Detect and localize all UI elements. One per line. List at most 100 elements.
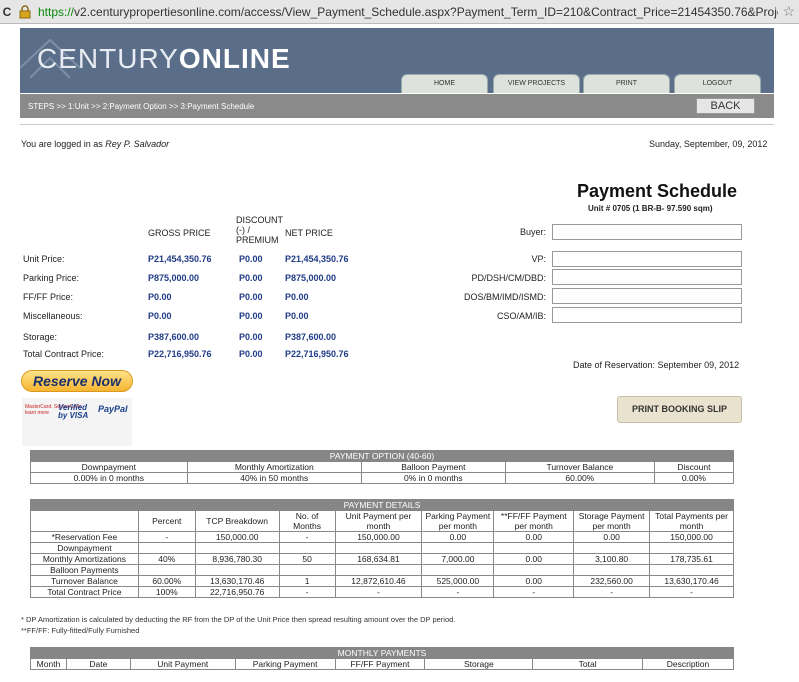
monthly-payments-title: MONTHLY PAYMENTS [30,647,734,659]
payment-details-table: PAYMENT DETAILS Percent TCP Breakdown No. … [30,499,734,598]
pd-header: **FF/FF Payment per month [493,510,575,532]
pd-header [30,510,139,532]
price-row-label: Unit Price: [23,254,65,264]
gross-value: P387,600.00 [148,332,200,342]
logo-text-century: CENTURY [37,43,179,74]
table-row: Total Contract Price 100% 22,716,950.76- - -… [30,586,734,598]
payment-badges: MasterCard. SecureCode learn more Verifie… [22,398,132,446]
gross-value: P0.00 [148,311,172,321]
pd-cell [573,542,651,554]
breadcrumb: STEPS >> 1:Unit >> 2:Payment Option >> 3… [28,102,255,111]
pd-label: PD/DSH/CM/DBD: [471,273,546,283]
back-button[interactable]: BACK [696,98,755,114]
pd-cell: 7,000.00 [421,553,495,565]
bookmark-star-icon[interactable]: ☆ [782,3,795,20]
pd-cell: 13,630,170.46 [194,575,280,587]
po-value: 0% in 0 months [360,472,506,484]
mp-header: Storage [424,658,534,670]
pd-cell: 3,100.80 [573,553,651,565]
pd-header: Parking Payment per month [421,510,495,532]
po-header: Monthly Amortization [186,461,362,473]
browser-address-bar[interactable]: C https://v2.centurypropertiesonline.com… [0,0,799,24]
login-status: You are logged in as Rey P. Salvador [21,139,169,149]
pd-cell [278,542,336,554]
pd-cell [421,542,495,554]
discount-value: P0.00 [239,273,263,283]
page-title: Payment Schedule [577,181,738,201]
pd-cell: 13,630,170.46 [649,575,734,587]
pd-cell [137,542,196,554]
table-row: Monthly Amortizations 40% 8,936,780.30 50 16… [30,553,734,565]
unit-info: Unit # 0705 (1 BR-B- 97.590 sqm) [588,204,713,213]
net-value: P22,716,950.76 [285,349,349,359]
dp-note: * DP Amortization is calculated by deduc… [21,615,456,624]
buyer-label: Buyer: [519,227,546,237]
pd-cell: 150,000.00 [649,531,734,543]
pd-header: Storage Payment per month [573,510,651,532]
pd-cell: 150,000.00 [334,531,423,543]
url-text[interactable]: https://v2.centurypropertiesonline.com/a… [38,5,778,19]
pd-field[interactable] [552,269,742,285]
gross-value: P0.00 [148,292,172,302]
table-row: Turnover Balance 60.00% 13,630,170.46 1 12,8… [30,575,734,587]
pd-cell: Balloon Payments [30,564,139,576]
pd-cell: - [278,531,336,543]
gross-value: P22,716,950.76 [148,349,212,359]
pd-cell: 0.00 [573,531,651,543]
po-header: Balloon Payment [360,461,506,473]
mp-header: Description [642,658,734,670]
reload-icon[interactable]: C [0,5,14,19]
pd-cell: - [421,586,495,598]
buyer-field[interactable] [552,224,742,240]
dos-field[interactable] [552,288,742,304]
pd-cell: 0.00 [493,575,575,587]
pd-cell: 60.00% [137,575,196,587]
pd-cell: 232,560.00 [573,575,651,587]
site-banner: CENTURYONLINE HOME VIEW PROJECTS PRINT L… [20,28,774,93]
pd-cell [573,564,651,576]
pd-cell: 0.00 [493,553,575,565]
pd-cell [493,542,575,554]
cso-label: CSO/AM/IB: [496,311,546,321]
pd-header: TCP Breakdown [194,510,280,532]
nav-print[interactable]: PRINT [583,74,670,93]
payment-option-title: PAYMENT OPTION (40-60) [30,450,734,462]
nav-logout[interactable]: LOGOUT [674,74,761,93]
paypal-logo: PayPal [98,404,128,414]
verified-by-visa-logo: Verified by VISA [58,403,89,420]
pd-header: Percent [137,510,196,532]
pd-cell [194,542,280,554]
price-row-label: Miscellaneous: [23,311,83,321]
reserve-now-button[interactable]: Reserve Now [21,370,133,392]
discount-header: DISCOUNT (-) / PREMIUM [236,215,283,245]
dos-label: DOS/BM/IMD/ISMD: [463,292,546,302]
pd-cell: Downpayment [30,542,139,554]
pd-cell [278,564,336,576]
nav-home[interactable]: HOME [401,74,488,93]
pd-cell: 40% [137,553,196,565]
pd-cell: 50 [278,553,336,565]
gross-price-header: GROSS PRICE [148,228,211,238]
pd-cell [493,564,575,576]
mp-header: FF/FF Payment [334,658,426,670]
vp-field[interactable] [552,251,742,267]
pd-cell: 12,872,610.46 [334,575,423,587]
pd-cell [334,542,423,554]
gross-value: P21,454,350.76 [148,254,212,264]
pd-cell [137,564,196,576]
cso-field[interactable] [552,307,742,323]
pd-cell: 178,735.61 [649,553,734,565]
po-value: 0.00% [653,472,735,484]
mp-header: Month [30,658,67,670]
mastercard-learn-more[interactable]: learn more [25,410,49,416]
nav-view-projects[interactable]: VIEW PROJECTS [493,74,580,93]
po-header: Downpayment [30,461,188,473]
pd-cell: - [649,586,734,598]
pd-cell: 0.00 [493,531,575,543]
price-row-label: FF/FF Price: [23,292,73,302]
discount-value: P0.00 [239,311,263,321]
print-booking-slip-button[interactable]: PRINT BOOKING SLIP [617,396,742,423]
po-header: Discount [653,461,735,473]
site-logo[interactable]: CENTURYONLINE [37,43,291,75]
pd-cell: Monthly Amortizations [30,553,139,565]
